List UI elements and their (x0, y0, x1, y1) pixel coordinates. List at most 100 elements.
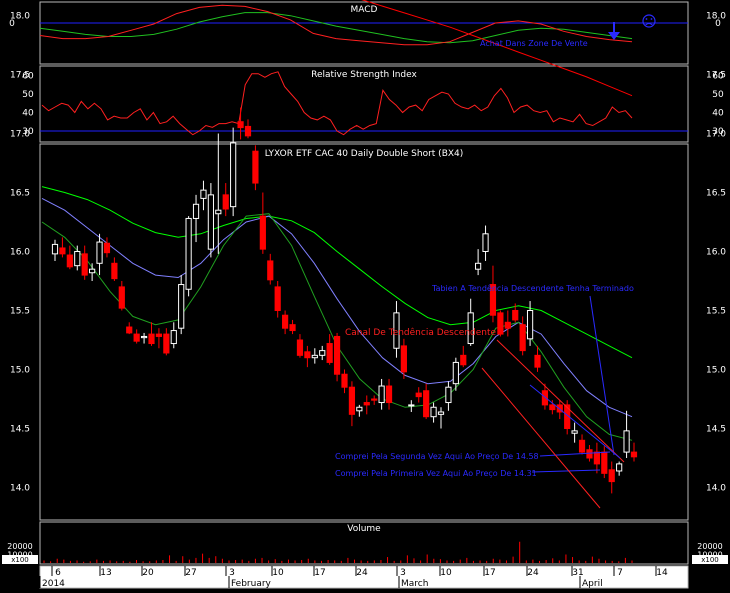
candle-down (289, 324, 296, 332)
candle-down (163, 333, 170, 354)
candle-up (319, 350, 326, 356)
date-tick-label: 17 (314, 568, 325, 578)
price-tick-right: 14.5 (706, 425, 726, 435)
candle-up (526, 310, 534, 340)
candle-down (237, 121, 244, 129)
price-tick-right: 15.5 (706, 307, 726, 317)
date-tick-label: 24 (356, 568, 368, 578)
price-tick-right: 17.0 (706, 130, 726, 140)
candle-up (192, 203, 200, 219)
candle-up (571, 430, 578, 434)
price-tick-left: 17.5 (10, 71, 30, 81)
volume-unit-right: x100 (701, 556, 719, 564)
candle-down (133, 333, 140, 342)
candle-down (578, 439, 586, 453)
price-title: LYXOR ETF CAC 40 Daily Double Short (BX4… (265, 149, 464, 159)
candle-down (630, 451, 638, 458)
candle-down (423, 390, 430, 418)
candle-down (103, 242, 111, 254)
candle-up (178, 284, 185, 329)
candle-down (385, 385, 393, 404)
candle-down (148, 333, 155, 345)
candle-down (118, 286, 125, 309)
candle-down (274, 286, 281, 311)
candle-down (333, 335, 341, 375)
price-tick-left: 18.0 (10, 12, 30, 22)
date-tick-label: 20 (142, 568, 154, 578)
candle-down (326, 343, 333, 363)
candle-down (259, 215, 266, 250)
candle-up (170, 330, 177, 345)
stock-chart: 0 030 3040 4050 5060 6014.0 14.014.5 14.515.0 15… (2, 0, 728, 589)
candle-down (519, 324, 526, 352)
candle-down (586, 449, 593, 459)
candle-up (623, 430, 630, 453)
candle-down (512, 310, 519, 321)
date-tick-label: 24 (527, 568, 539, 578)
candle-down (66, 254, 73, 268)
rsi-tick-left: 40 (22, 109, 34, 119)
candle-up (378, 385, 385, 404)
candle-up (356, 406, 363, 412)
candle-down (59, 247, 66, 255)
date-tick-label: 13 (100, 568, 111, 578)
price-tick-left: 16.0 (10, 248, 30, 258)
candle-up (445, 386, 452, 404)
date-tick-label: 17 (484, 568, 495, 578)
channel-annotation: Canal De Tendência Descendente (345, 327, 497, 338)
macd-annotation: Achat Dans Zone De Vente (480, 39, 588, 48)
month-label: March (401, 579, 428, 589)
price-tick-right: 18.0 (706, 12, 726, 22)
candle-down (593, 451, 600, 465)
rsi-tick-left: 50 (22, 90, 34, 100)
volume-title: Volume (347, 524, 381, 534)
first-buy-annotation: Comprei Pela Primeira Vez Aqui Ao Preço … (335, 469, 537, 478)
candle-up (408, 404, 415, 407)
date-tick-label: 3 (229, 568, 235, 578)
candle-down (415, 392, 422, 398)
candle-down (81, 253, 88, 276)
chart-window: 0 0 30 30 40 40 50 50 60 60 14.0 14.0 14.5 14.5 15.0 15… (0, 0, 730, 589)
candle-down (155, 333, 163, 337)
candle-up (452, 361, 459, 385)
candle-up (185, 217, 192, 290)
price-tick-left: 16.5 (10, 189, 30, 199)
candle-down (296, 339, 304, 356)
date-tick-label: 10 (440, 568, 452, 578)
rsi-tick-right: 40 (712, 109, 724, 119)
candle-down (282, 314, 289, 329)
candle-down (371, 398, 378, 401)
candle-down (601, 451, 608, 474)
candle-up (74, 251, 81, 267)
month-label: 2014 (42, 579, 65, 589)
date-tick-label: 31 (572, 568, 583, 578)
candle-down (111, 262, 118, 280)
price-tick-left: 15.5 (10, 307, 30, 317)
candle-down (341, 373, 348, 388)
price-tick-right: 15.0 (706, 366, 726, 376)
date-tick-label: 7 (617, 568, 623, 578)
candle-down (549, 404, 556, 411)
candle-down (400, 345, 407, 373)
candle-down (534, 354, 541, 368)
candle-up (437, 411, 445, 415)
rsi-title: Relative Strength Index (311, 70, 417, 80)
candle-down (222, 194, 229, 210)
date-tick-label: 14 (656, 568, 668, 578)
candle-up (89, 268, 96, 274)
candle-up (51, 243, 59, 255)
month-label: April (582, 579, 603, 589)
date-tick-label: 27 (185, 568, 196, 578)
candle-down (252, 150, 259, 184)
volume-unit-left: x100 (11, 556, 29, 564)
date-tick-label: 3 (400, 568, 406, 578)
candle-up (430, 406, 437, 418)
candle-up (230, 142, 237, 208)
rsi-tick-right: 50 (712, 90, 724, 100)
price-tick-left: 15.0 (10, 366, 30, 376)
candle-up (475, 262, 482, 270)
candle-down (541, 390, 549, 406)
candle-up (140, 335, 148, 339)
price-tick-left: 17.0 (10, 130, 30, 140)
candle-down (126, 326, 133, 334)
